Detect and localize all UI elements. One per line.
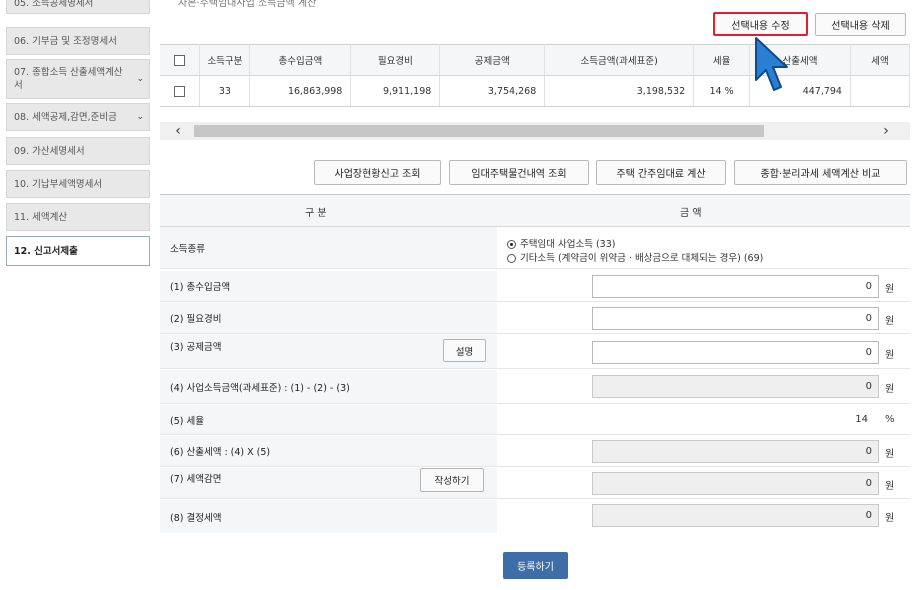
unit-label: 원	[885, 284, 895, 295]
chevron-down-icon: ⌄	[136, 112, 144, 122]
sidebar-item-tax-calculation[interactable]: 11. 세액계산	[6, 203, 150, 231]
option-housing-rental[interactable]: 주택임대 사업소득 (33)	[507, 236, 615, 250]
tax-rate-value: 14	[855, 414, 868, 425]
unit-label: 원	[885, 513, 895, 524]
horizontal-scrollbar[interactable]: ‹ ›	[160, 122, 910, 140]
table-cell: 14 %	[693, 75, 751, 107]
sidebar-item-tax-credit[interactable]: 08. 세액공제,감면,준비금 ⌄	[6, 103, 150, 131]
table-cell: 33	[199, 75, 251, 107]
sidebar-item-label: 06. 기부금 및 조정명세서	[14, 35, 117, 47]
deduction-input[interactable]: 0	[592, 341, 879, 364]
unit-label: %	[885, 414, 895, 425]
explain-button[interactable]: 설명	[443, 339, 486, 362]
form-row-total-revenue: (1) 총수입금액 0원	[160, 271, 910, 302]
form-row-tax-rate: (5) 세율 14 %	[160, 405, 910, 435]
sidebar-item-label: 07. 종합소득 산출세액계산서	[14, 67, 123, 91]
biz-status-lookup-button[interactable]: 사업장현황신고 조회	[314, 160, 441, 185]
form-row-computed-tax: (6) 산출세액 : (4) X (5) 0원	[160, 436, 910, 467]
sidebar-item-tax-calc-sheet[interactable]: 07. 종합소득 산출세액계산서 ⌄	[6, 59, 150, 99]
delete-selected-button[interactable]: 선택내용 삭제	[815, 13, 906, 36]
write-button[interactable]: 작성하기	[420, 468, 484, 492]
sidebar-item-prepaid-tax[interactable]: 10. 기납부세액명세서	[6, 170, 150, 198]
sidebar-item-label: 05. 소득공제명세서	[14, 0, 94, 9]
form-row-deduction: (3) 공제금액 설명 0원	[160, 335, 910, 369]
table-cell: 9,911,198	[350, 75, 441, 107]
sidebar-item-label: 08. 세액공제,감면,준비금	[14, 111, 117, 123]
sidebar-item-label: 11. 세액계산	[14, 211, 68, 223]
top-note: 자본·주택임대사업 소득금액 계산	[178, 0, 317, 9]
row-label: (2) 필요경비	[160, 303, 497, 333]
row-label: (4) 사업소득금액(과세표준) : (1) - (2) - (3)	[160, 370, 497, 403]
sidebar-item-income-deduction[interactable]: 05. 소득공제명세서	[6, 0, 150, 14]
option-label: 주택임대 사업소득 (33)	[520, 239, 616, 250]
option-label: 기타소득 (계약금이 위약금 · 배상금으로 대체되는 경우) (69)	[520, 253, 764, 264]
form-header: 구 분 금 액	[160, 194, 910, 227]
grid-header: 소득구분	[199, 44, 251, 76]
chevron-left-icon[interactable]: ‹	[168, 122, 188, 140]
table-cell: 3,198,532	[544, 75, 695, 107]
row-checkbox[interactable]	[160, 75, 201, 107]
expenses-input[interactable]: 0	[592, 307, 879, 330]
sidebar-item-penalty-tax[interactable]: 09. 가산세명세서	[6, 137, 150, 165]
computed-tax-field: 0	[592, 440, 879, 463]
grid-header: 소득금액(과세표준)	[544, 44, 695, 76]
grid-header: 세율	[693, 44, 751, 76]
tax-reduction-field: 0	[592, 472, 879, 495]
radio-selected-icon[interactable]	[507, 240, 516, 249]
unit-label: 원	[885, 384, 895, 395]
select-all-checkbox[interactable]	[160, 44, 201, 76]
grid-header: 세액	[850, 44, 911, 76]
unit-label: 원	[885, 481, 895, 492]
sidebar-item-submit-return[interactable]: 12. 신고서제출	[6, 236, 150, 266]
grid-header: 총수입금액	[249, 44, 352, 76]
form-row-expenses: (2) 필요경비 0원	[160, 303, 910, 334]
taxable-income-field: 0	[592, 375, 879, 398]
unit-label: 원	[885, 350, 895, 361]
sidebar-item-label: 12. 신고서제출	[14, 245, 78, 257]
deemed-rent-calc-button[interactable]: 주택 간주임대료 계산	[596, 160, 726, 185]
option-other-income[interactable]: 기타소득 (계약금이 위약금 · 배상금으로 대체되는 경우) (69)	[507, 250, 763, 264]
edit-selected-button[interactable]: 선택내용 수정	[713, 12, 808, 36]
grid-header: 공제금액	[439, 44, 546, 76]
grid-header: 필요경비	[350, 44, 441, 76]
row-label: (5) 세율	[160, 405, 497, 434]
table-cell	[850, 75, 911, 107]
income-type-label: 소득종류	[160, 227, 497, 268]
rental-items-lookup-button[interactable]: 임대주택물건내역 조회	[449, 160, 589, 185]
tax-compare-button[interactable]: 종합·분리과세 세액계산 비교	[734, 160, 907, 185]
unit-label: 원	[885, 449, 895, 460]
scrollbar-thumb[interactable]	[194, 125, 764, 137]
final-tax-field: 0	[592, 504, 879, 527]
income-type-row: 소득종류 주택임대 사업소득 (33) 기타소득 (계약금이 위약금 · 배상금…	[160, 227, 910, 269]
income-grid: 소득구분 총수입금액 필요경비 공제금액 소득금액(과세표준) 세율 산출세액 …	[160, 44, 911, 107]
amount-column-header: 금 액	[680, 208, 702, 219]
form-row-taxable-income: (4) 사업소득금액(과세표준) : (1) - (2) - (3) 0원	[160, 370, 910, 404]
form-row-tax-reduction: (7) 세액감면 작성하기 0원	[160, 468, 910, 499]
table-row[interactable]: 33 16,863,998 9,911,198 3,754,268 3,198,…	[160, 75, 911, 107]
chevron-right-icon[interactable]: ›	[876, 122, 896, 140]
chevron-down-icon: ⌄	[136, 74, 144, 84]
mouse-cursor-icon	[755, 37, 788, 91]
sidebar-item-donation[interactable]: 06. 기부금 및 조정명세서	[6, 27, 150, 55]
radio-icon[interactable]	[507, 254, 516, 263]
form-row-final-tax: (8) 결정세액 0원	[160, 500, 910, 533]
row-label: (6) 산출세액 : (4) X (5)	[160, 436, 497, 466]
row-label: (1) 총수입금액	[160, 271, 497, 301]
sidebar-item-label: 10. 기납부세액명세서	[14, 178, 103, 190]
register-button[interactable]: 등록하기	[503, 552, 568, 579]
table-cell: 16,863,998	[249, 75, 352, 107]
sidebar-item-label: 09. 가산세명세서	[14, 145, 85, 157]
total-revenue-input[interactable]: 0	[592, 275, 879, 298]
unit-label: 원	[885, 316, 895, 327]
grid-header-row: 소득구분 총수입금액 필요경비 공제금액 소득금액(과세표준) 세율 산출세액 …	[160, 44, 911, 76]
row-label: (8) 결정세액	[160, 500, 497, 533]
category-column-header: 구 분	[305, 208, 327, 219]
table-cell: 3,754,268	[439, 75, 546, 107]
